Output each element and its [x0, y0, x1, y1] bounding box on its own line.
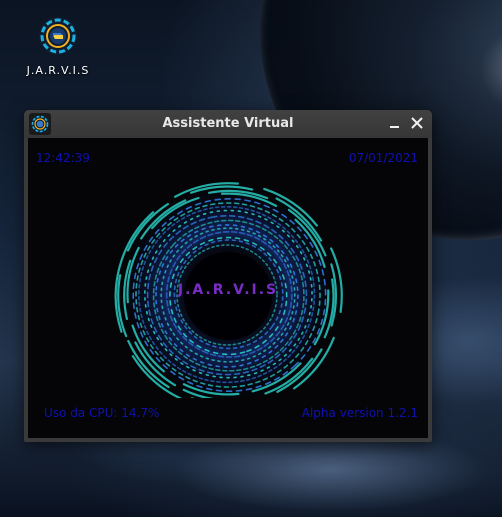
- desktop: J.A.R.V.I.S Assistente Virtual 12:42:39 …: [0, 0, 502, 517]
- desktop-icon-label: J.A.R.V.I.S: [26, 64, 90, 77]
- jarvis-app-icon: [39, 17, 77, 55]
- window-title: Assistente Virtual: [162, 116, 294, 131]
- window-titlebar[interactable]: Assistente Virtual: [24, 110, 432, 138]
- clock-label: 12:42:39: [36, 151, 90, 165]
- desktop-icon-jarvis[interactable]: J.A.R.V.I.S: [26, 14, 90, 77]
- version-label: Alpha version 1.2.1: [301, 406, 418, 420]
- assistant-panel: 12:42:39 07/01/2021 J.A.R.V.I.S Uso da C…: [28, 138, 428, 438]
- cpu-usage-label: Uso da CPU: 14.7%: [44, 406, 160, 420]
- jarvis-core-label: J.A.R.V.I.S: [177, 282, 279, 298]
- assistant-window: Assistente Virtual 12:42:39 07/01/2021 J…: [24, 110, 432, 442]
- close-icon[interactable]: [409, 115, 425, 131]
- date-label: 07/01/2021: [348, 151, 418, 165]
- minimize-icon[interactable]: [387, 115, 403, 131]
